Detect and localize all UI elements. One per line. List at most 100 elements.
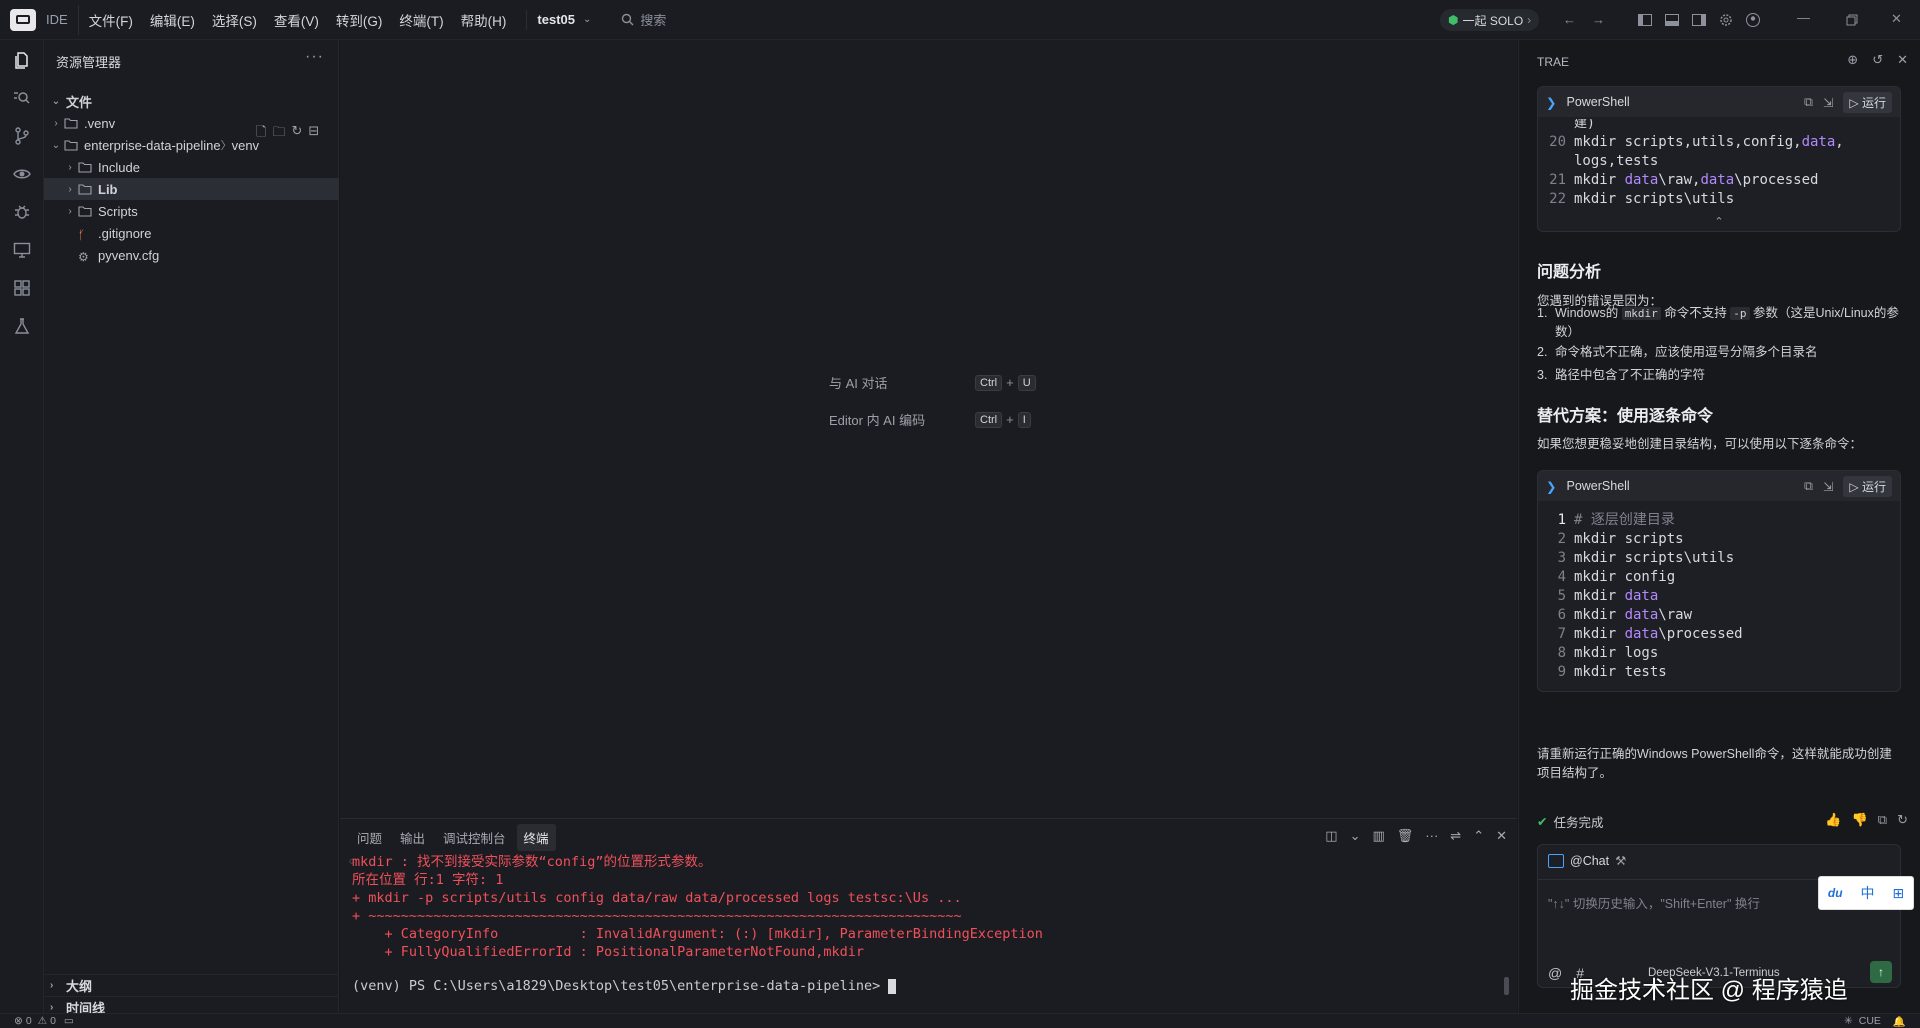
insert-icon[interactable]: ⇲ (1823, 479, 1833, 494)
chevron-down-icon[interactable]: ⌄ (583, 14, 591, 25)
insert-icon[interactable]: ⇲ (1823, 95, 1833, 110)
minimize-icon[interactable]: — (1797, 10, 1813, 26)
chat-mode[interactable]: @Chat ⚒ (1548, 853, 1626, 868)
testing-flask-icon[interactable] (12, 316, 32, 336)
line-number (1538, 152, 1574, 171)
split-terminal-icon[interactable]: ◫ (1325, 828, 1337, 844)
search-box[interactable]: 搜索 (621, 10, 666, 29)
tree-item[interactable]: › Lib (44, 178, 339, 200)
copy-icon[interactable]: ⧉ (1804, 479, 1813, 494)
chat-header-actions: ⊕ ↺ ✕ (1847, 52, 1908, 68)
chevron-right-icon: › (50, 1002, 54, 1013)
ime-grid-icon[interactable]: ⊞ (1892, 885, 1904, 902)
copy-icon[interactable]: ⧉ (1878, 812, 1887, 828)
remote-icon[interactable]: ▭ (64, 1015, 74, 1027)
maximize-panel-icon[interactable]: ⌃ (1473, 828, 1484, 844)
code-token: mkdir logs (1574, 645, 1659, 661)
remote-monitor-icon[interactable] (12, 240, 32, 260)
status-right-label[interactable]: CUE (1859, 1015, 1881, 1027)
menu-item[interactable]: 文件(F) (89, 10, 133, 30)
ime-mode[interactable]: 中 (1860, 883, 1874, 903)
code-line: 5 mkdir data (1538, 587, 1900, 606)
code-line: 20 mkdir scripts,utils,config,data, (1538, 133, 1900, 152)
error-icon[interactable]: ⊗ (14, 1015, 23, 1027)
hint-chat: 与 AI 对话 Ctrl + U (829, 373, 1036, 392)
regenerate-icon[interactable]: ↻ (1897, 812, 1908, 828)
trash-icon[interactable]: 🗑 (1397, 828, 1414, 844)
debug-bug-icon[interactable] (12, 202, 32, 222)
project-switcher[interactable]: test05 (537, 12, 575, 27)
error-count[interactable]: 0 (26, 1015, 32, 1027)
more-actions-icon[interactable]: ··· (305, 48, 324, 66)
panel-tab[interactable]: 调试控制台 (436, 824, 513, 851)
extensions-icon[interactable] (12, 278, 32, 298)
mention-icon[interactable]: @ (1548, 965, 1562, 981)
solo-button[interactable]: ⬢ 一起 SOLO › (1440, 9, 1540, 31)
inline-code: -p (1730, 307, 1750, 320)
copy-icon[interactable]: ⧉ (1804, 95, 1813, 110)
line-number: 7 (1557, 626, 1566, 642)
settings-gear-icon[interactable] (1718, 12, 1734, 28)
menu-item[interactable]: 选择(S) (212, 10, 257, 30)
ime-toolbar[interactable]: du 中 ⊞ (1818, 876, 1914, 910)
collapse-code-icon[interactable]: ⌃ (1538, 215, 1900, 231)
history-icon[interactable]: ↺ (1872, 52, 1883, 68)
source-control-icon[interactable] (12, 126, 32, 146)
warning-count[interactable]: 0 (50, 1015, 56, 1027)
ide-label: IDE (46, 12, 68, 27)
tree-item[interactable]: › .venv (44, 112, 339, 134)
code-token: mkdir config (1574, 569, 1676, 585)
panel-tab[interactable]: 终端 (516, 824, 556, 851)
search-icon[interactable] (12, 88, 32, 108)
editor-area[interactable]: 与 AI 对话 Ctrl + U Editor 内 AI 编码 Ctrl + I (340, 40, 1517, 818)
restore-icon[interactable] (1844, 12, 1860, 28)
outline-label: 大纲 (66, 979, 93, 994)
toggle-left-sidebar-icon[interactable] (1637, 12, 1653, 28)
tree-item[interactable]: ᚶ .gitignore (44, 222, 339, 244)
warning-icon[interactable]: ⚠ (38, 1015, 47, 1027)
menu-item[interactable]: 编辑(E) (150, 10, 195, 30)
tree-item[interactable]: ⚙ pyvenv.cfg (44, 244, 339, 266)
git-icon: ᚶ (78, 228, 86, 242)
panel-tab[interactable]: 问题 (350, 824, 389, 851)
terminal-scrollbar[interactable] (1504, 977, 1509, 995)
close-chat-icon[interactable]: ✕ (1897, 52, 1908, 68)
divider (526, 9, 528, 30)
outline-section[interactable]: › 大纲 (44, 974, 339, 996)
settings-icon[interactable]: ⇌ (1450, 828, 1461, 844)
chevron-down-icon[interactable]: ⌄ (1350, 828, 1361, 844)
account-icon[interactable] (1745, 12, 1761, 28)
back-arrow-icon[interactable]: ← (1563, 12, 1579, 28)
notifications-bell-icon[interactable]: 🔔 (1893, 1015, 1906, 1028)
thumbs-down-icon[interactable]: 👎 (1852, 812, 1868, 828)
files-section-header[interactable]: ⌄ 文件 (44, 90, 339, 112)
close-panel-icon[interactable]: ✕ (1496, 828, 1507, 844)
terminal-prompt[interactable]: (venv) PS C:\Users\a1829\Desktop\test05\… (352, 977, 1492, 995)
layout-icon[interactable]: ▥ (1372, 828, 1384, 844)
menu-item[interactable]: 转到(G) (336, 10, 383, 30)
tree-item[interactable]: › Include (44, 156, 339, 178)
close-window-icon[interactable]: ✕ (1891, 11, 1907, 27)
chat-input-box[interactable]: @Chat ⚒ "↑↓" 切换历史输入，"Shift+Enter" 换行 @ #… (1537, 844, 1901, 988)
menu-item[interactable]: 帮助(H) (461, 10, 507, 30)
new-chat-icon[interactable]: ⊕ (1847, 52, 1858, 68)
terminal-output[interactable]: mkdir : 找不到接受实际参数“config”的位置形式参数。 所在位置 行:… (352, 853, 1492, 995)
app-logo-icon[interactable] (10, 8, 36, 31)
menu-item[interactable]: 查看(V) (274, 10, 319, 30)
eye-preview-icon[interactable] (12, 164, 32, 184)
menu-item[interactable]: 终端(T) (399, 10, 443, 30)
tree-item[interactable]: › Scripts (44, 200, 339, 222)
thumbs-up-icon[interactable]: 👍 (1825, 812, 1841, 828)
run-button[interactable]: ▷ 运行 (1843, 91, 1892, 113)
run-button[interactable]: ▷ 运行 (1843, 475, 1892, 497)
explorer-icon[interactable] (12, 50, 32, 70)
toggle-panel-icon[interactable] (1664, 12, 1680, 28)
toggle-right-sidebar-icon[interactable] (1691, 12, 1707, 28)
forward-arrow-icon[interactable]: → (1592, 12, 1608, 28)
tree-item[interactable]: ⌄ enterprise-data-pipeline 〉 venv (44, 134, 339, 156)
divider (77, 4, 79, 35)
more-icon[interactable]: ··· (1425, 828, 1438, 844)
menu-bar: 文件(F) 编辑(E) 选择(S) 查看(V) 转到(G) 终端(T) 帮助(H) (89, 10, 524, 30)
send-button[interactable]: ↑ (1870, 961, 1892, 983)
panel-tab[interactable]: 输出 (393, 824, 432, 851)
